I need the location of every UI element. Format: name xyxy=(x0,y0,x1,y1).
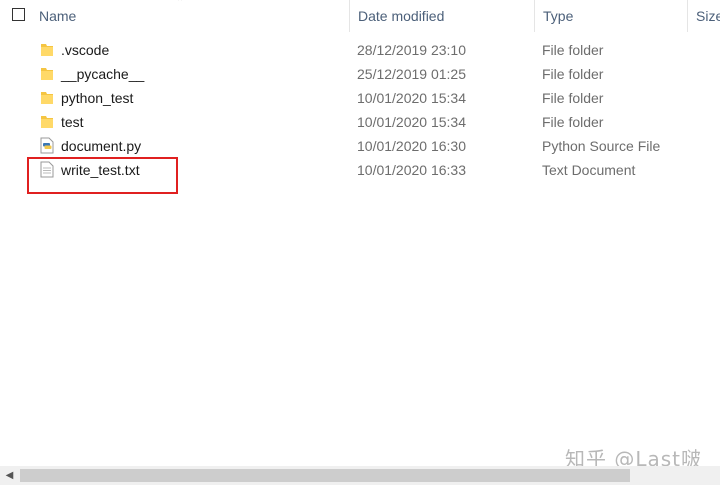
file-row[interactable]: .vscode 28/12/2019 23:10 File folder xyxy=(0,38,720,62)
file-date-modified: 28/12/2019 23:10 xyxy=(357,42,466,58)
horizontal-scrollbar[interactable]: ◀ xyxy=(0,466,720,485)
file-type: File folder xyxy=(542,66,604,82)
file-type: File folder xyxy=(542,42,604,58)
file-name[interactable]: python_test xyxy=(61,86,133,110)
file-date-modified: 10/01/2020 15:34 xyxy=(357,114,466,130)
file-date-modified: 10/01/2020 16:33 xyxy=(357,162,466,178)
file-date-modified: 10/01/2020 16:30 xyxy=(357,138,466,154)
folder-icon xyxy=(40,113,54,130)
file-type: Text Document xyxy=(542,162,636,178)
file-name[interactable]: test xyxy=(61,110,84,134)
folder-icon xyxy=(40,65,54,82)
file-name[interactable]: __pycache__ xyxy=(61,62,144,86)
file-row[interactable]: __pycache__ 25/12/2019 01:25 File folder xyxy=(0,62,720,86)
column-header-name[interactable]: Name xyxy=(31,0,349,32)
file-explorer-window: ⌃ Name Date modified Type Size .vscode 2… xyxy=(0,0,720,485)
file-name[interactable]: document.py xyxy=(61,134,141,158)
python-file-icon xyxy=(40,137,54,154)
file-type: File folder xyxy=(542,114,604,130)
column-header-type[interactable]: Type xyxy=(534,0,687,32)
file-name[interactable]: .vscode xyxy=(61,38,109,62)
file-row[interactable]: test 10/01/2020 15:34 File folder xyxy=(0,110,720,134)
column-header-date-modified[interactable]: Date modified xyxy=(349,0,534,32)
file-row[interactable]: document.py 10/01/2020 16:30 Python Sour… xyxy=(0,134,720,158)
file-date-modified: 25/12/2019 01:25 xyxy=(357,66,466,82)
file-type: Python Source File xyxy=(542,138,661,154)
select-all-checkbox[interactable] xyxy=(12,8,25,21)
highlight-box xyxy=(27,157,178,194)
scrollbar-thumb[interactable] xyxy=(20,469,630,482)
folder-icon xyxy=(40,89,54,106)
file-date-modified: 10/01/2020 15:34 xyxy=(357,90,466,106)
folder-icon xyxy=(40,41,54,58)
file-type: File folder xyxy=(542,90,604,106)
column-header-bar: ⌃ Name Date modified Type Size xyxy=(0,0,720,32)
scroll-left-arrow-icon[interactable]: ◀ xyxy=(0,466,19,485)
column-header-size[interactable]: Size xyxy=(687,0,720,32)
file-row[interactable]: python_test 10/01/2020 15:34 File folder xyxy=(0,86,720,110)
